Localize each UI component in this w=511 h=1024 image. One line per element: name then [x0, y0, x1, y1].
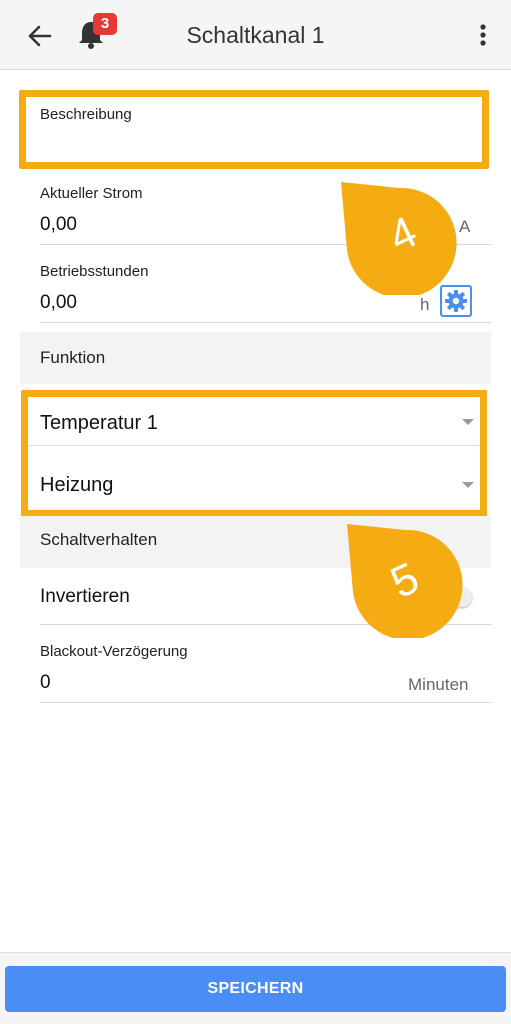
aktueller-strom-label: Aktueller Strom [40, 185, 143, 202]
betriebsstunden-value: 0,00 [40, 292, 77, 313]
betriebsstunden-unit: h [420, 295, 430, 314]
mode-select[interactable]: Heizung [28, 447, 480, 510]
betriebsstunden-label: Betriebsstunden [40, 263, 149, 280]
step-4-marker: 4 [339, 180, 459, 298]
mode-select-value: Heizung [40, 474, 114, 496]
beschreibung-field[interactable]: Beschreibung [26, 97, 482, 162]
beschreibung-label: Beschreibung [40, 106, 132, 123]
schaltverhalten-title: Schaltverhalten [40, 530, 158, 549]
sensor-select[interactable]: Temperatur 1 [28, 397, 480, 446]
aktueller-strom-unit: A [459, 217, 471, 236]
chevron-down-icon [462, 419, 474, 425]
blackout-field[interactable]: Blackout-Verzögerung 0 Minuten [40, 636, 491, 703]
blackout-label: Blackout-Verzögerung [40, 643, 188, 660]
aktueller-strom-value: 0,00 [40, 214, 77, 235]
more-vert-icon[interactable] [472, 20, 494, 50]
funktion-section: Funktion [20, 332, 491, 384]
app-bar: 3 Schaltkanal 1 [0, 0, 511, 70]
save-button[interactable]: SPEICHERN [5, 966, 506, 1012]
sensor-select-value: Temperatur 1 [40, 412, 158, 434]
page-title: Schaltkanal 1 [186, 22, 325, 48]
step-5-marker: 5 [345, 522, 463, 640]
arrow-left-icon[interactable] [22, 20, 58, 52]
invertieren-label: Invertieren [40, 586, 130, 607]
chevron-down-icon [462, 482, 474, 488]
funktion-title: Funktion [40, 348, 106, 367]
blackout-unit: Minuten [408, 675, 469, 694]
blackout-value: 0 [40, 672, 51, 693]
